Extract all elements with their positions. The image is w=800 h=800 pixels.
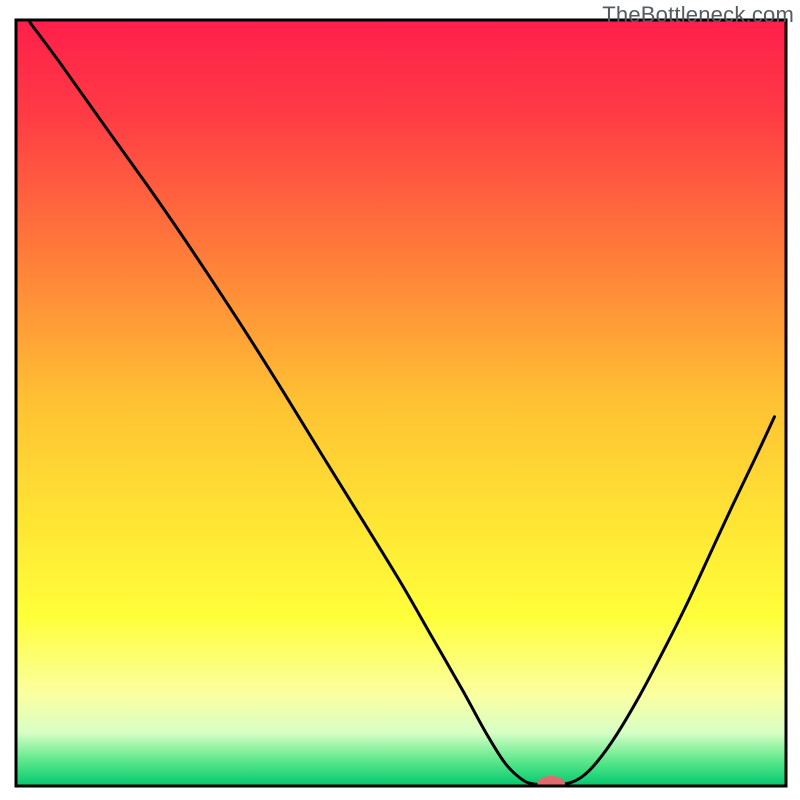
bottleneck-chart	[0, 0, 800, 800]
plot-area	[16, 20, 786, 791]
chart-container: TheBottleneck.com	[0, 0, 800, 800]
optimal-marker	[537, 776, 565, 791]
gradient-background	[16, 20, 786, 786]
